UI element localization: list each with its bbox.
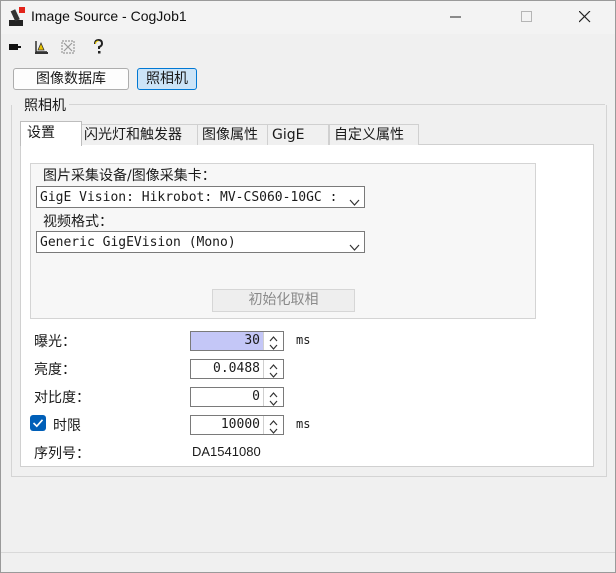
timeout-value[interactable]: 10000 [191,416,263,434]
disabled-grid-icon [59,38,77,56]
video-format-value: Generic GigEVision (Mono) [40,235,236,250]
properties-icon[interactable] [32,38,50,56]
chevron-down-icon [349,238,360,252]
timeout-checkbox[interactable] [30,415,46,431]
brightness-value[interactable]: 0.0488 [191,360,263,378]
camera-group-label: 照相机 [22,95,68,115]
title-bar[interactable]: Image Source - CogJob1 [1,1,615,34]
video-format-label: 视频格式： [43,214,113,230]
tab-custom-properties[interactable]: 自定义属性 [329,124,419,145]
contrast-label: 对比度： [34,390,90,406]
brightness-up-button[interactable] [264,360,283,370]
exposure-unit: ms [296,333,311,347]
close-button[interactable] [562,1,608,33]
tab-gige[interactable]: GigE [267,124,329,145]
window-title: Image Source - CogJob1 [31,8,187,24]
timeout-up-button[interactable] [264,416,283,426]
maximize-button [504,1,550,33]
timeout-spinbox[interactable]: 10000 [190,415,284,435]
status-bar-divider [1,552,615,553]
device-label: 图片采集设备/图像采集卡： [43,168,216,184]
contrast-value[interactable]: 0 [191,388,263,406]
timeout-down-button[interactable] [264,425,283,434]
exposure-down-button[interactable] [264,341,283,350]
video-format-dropdown[interactable]: Generic GigEVision (Mono) [36,231,365,253]
help-icon[interactable] [89,38,107,56]
chevron-down-icon [349,193,360,207]
contrast-up-button[interactable] [264,388,283,398]
image-database-button[interactable]: 图像数据库 [13,68,129,90]
initialize-acquisition-button: 初始化取相 [212,289,355,312]
brightness-down-button[interactable] [264,369,283,378]
image-source-window: Image Source - CogJob1 图像数据库 照相机 照相机 闪光灯… [0,0,616,573]
tab-image-properties[interactable]: 图像属性 [197,124,269,145]
contrast-down-button[interactable] [264,397,283,406]
exposure-spinbox[interactable]: 30 [190,331,284,351]
device-dropdown[interactable]: GigE Vision: Hikrobot: MV-CS060-10GC : [36,186,365,208]
brightness-spinbox[interactable]: 0.0488 [190,359,284,379]
contrast-spinbox[interactable]: 0 [190,387,284,407]
checkmark-icon [32,419,44,428]
exposure-up-button[interactable] [264,332,283,342]
timeout-unit: ms [296,417,311,431]
device-dropdown-value: GigE Vision: Hikrobot: MV-CS060-10GC : [40,190,338,205]
camera-icon[interactable] [7,38,25,56]
brightness-label: 亮度： [34,362,76,378]
camera-button[interactable]: 照相机 [137,68,197,90]
exposure-label: 曝光： [34,334,76,350]
timeout-label: 时限 [53,418,81,434]
tab-strobe-trigger[interactable]: 闪光灯和触发器 [79,124,199,145]
exposure-value[interactable]: 30 [191,332,263,350]
tab-settings[interactable]: 设置 [20,121,82,146]
minimize-button[interactable] [433,1,479,33]
serial-label: 序列号： [34,446,90,462]
groupbox-divider [69,104,605,105]
serial-value: DA1541080 [192,444,261,459]
toolbar [1,35,615,59]
cognex-app-icon [7,6,27,28]
